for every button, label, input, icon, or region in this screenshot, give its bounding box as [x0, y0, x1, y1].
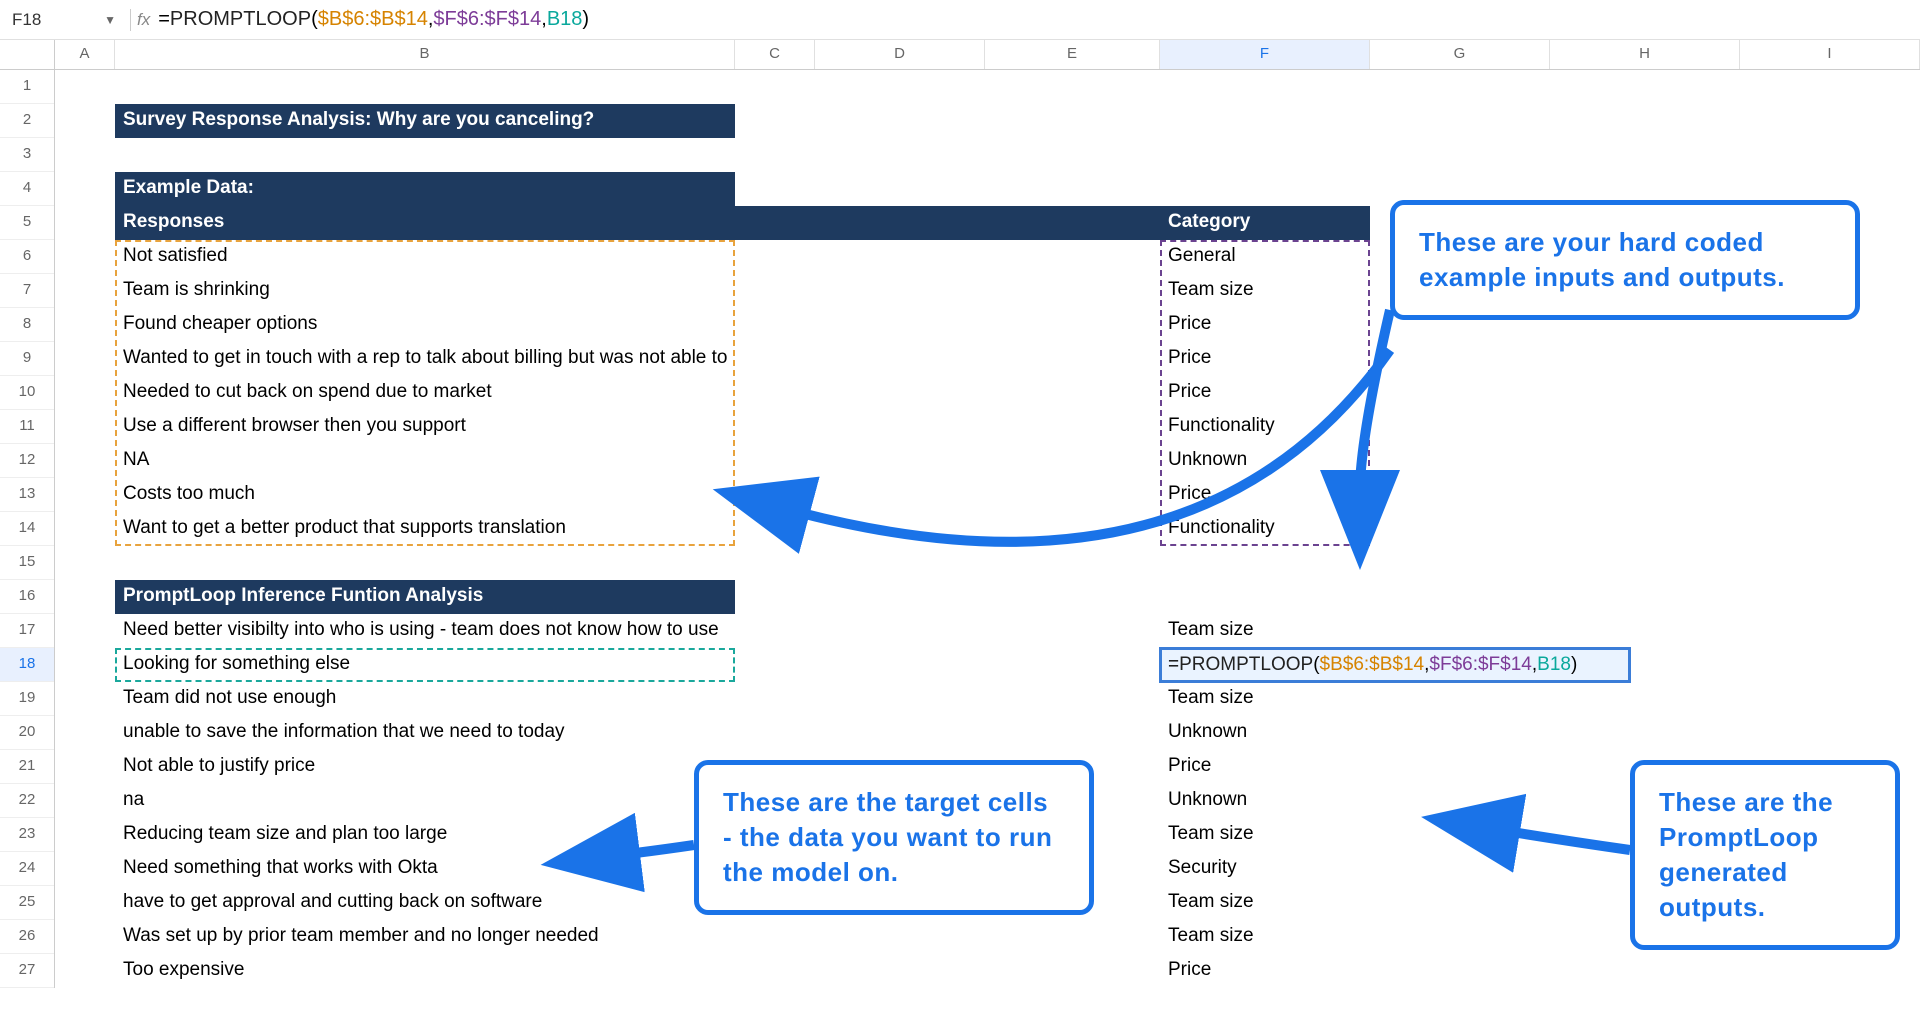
cell-reference: F18: [12, 10, 41, 30]
target-response-20[interactable]: unable to save the information that we n…: [115, 716, 1160, 750]
column-header-D[interactable]: D: [815, 40, 985, 69]
row-header-19[interactable]: 19: [0, 682, 54, 716]
column-header-A[interactable]: A: [55, 40, 115, 69]
row-header-23[interactable]: 23: [0, 818, 54, 852]
callout-targets: These are the target cells - the data yo…: [694, 760, 1094, 915]
output-22[interactable]: Unknown: [1160, 784, 1370, 818]
example-response-7[interactable]: Team is shrinking: [115, 274, 1160, 308]
example-response-13[interactable]: Costs too much: [115, 478, 1160, 512]
formula-bar: F18 ▼ fx =PROMPTLOOP($B$6:$B$14,$F$6:$F$…: [0, 0, 1920, 40]
row-header-26[interactable]: 26: [0, 920, 54, 954]
column-header-C[interactable]: C: [735, 40, 815, 69]
chevron-down-icon[interactable]: ▼: [104, 13, 116, 27]
example-response-14[interactable]: Want to get a better product that suppor…: [115, 512, 1160, 546]
example-category-9[interactable]: Price: [1160, 342, 1370, 376]
output-21[interactable]: Price: [1160, 750, 1370, 784]
row-header-18[interactable]: 18: [0, 648, 54, 682]
output-17[interactable]: Team size: [1160, 614, 1370, 648]
active-cell-F18[interactable]: =PROMPTLOOP($B$6:$B$14,$F$6:$F$14,B18): [1160, 648, 1630, 682]
title-header[interactable]: Survey Response Analysis: Why are you ca…: [115, 104, 735, 138]
row-header-6[interactable]: 6: [0, 240, 54, 274]
row-header-25[interactable]: 25: [0, 886, 54, 920]
column-header-H[interactable]: H: [1550, 40, 1740, 69]
target-response-18[interactable]: Looking for something else: [115, 648, 1160, 682]
row-header-21[interactable]: 21: [0, 750, 54, 784]
divider: [130, 9, 131, 31]
row-header-10[interactable]: 10: [0, 376, 54, 410]
output-23[interactable]: Team size: [1160, 818, 1370, 852]
row-header-7[interactable]: 7: [0, 274, 54, 308]
example-category-7[interactable]: Team size: [1160, 274, 1370, 308]
example-response-11[interactable]: Use a different browser then you support: [115, 410, 1160, 444]
column-header-E[interactable]: E: [985, 40, 1160, 69]
example-response-6[interactable]: Not satisfied: [115, 240, 1160, 274]
row-headers: 1234567891011121314151617181920212223242…: [0, 70, 55, 988]
row-header-20[interactable]: 20: [0, 716, 54, 750]
row-header-3[interactable]: 3: [0, 138, 54, 172]
output-25[interactable]: Team size: [1160, 886, 1370, 920]
row-header-13[interactable]: 13: [0, 478, 54, 512]
column-header-B[interactable]: B: [115, 40, 735, 69]
example-response-10[interactable]: Needed to cut back on spend due to marke…: [115, 376, 1160, 410]
row-header-27[interactable]: 27: [0, 954, 54, 988]
output-27[interactable]: Price: [1160, 954, 1370, 988]
example-category-14[interactable]: Functionality: [1160, 512, 1370, 546]
row-header-9[interactable]: 9: [0, 342, 54, 376]
row-header-4[interactable]: 4: [0, 172, 54, 206]
target-response-17[interactable]: Need better visibilty into who is using …: [115, 614, 1160, 648]
row-header-24[interactable]: 24: [0, 852, 54, 886]
example-data-header[interactable]: Example Data:: [115, 172, 735, 206]
example-category-12[interactable]: Unknown: [1160, 444, 1370, 478]
row-header-1[interactable]: 1: [0, 70, 54, 104]
row-header-5[interactable]: 5: [0, 206, 54, 240]
target-response-26[interactable]: Was set up by prior team member and no l…: [115, 920, 1160, 954]
example-category-10[interactable]: Price: [1160, 376, 1370, 410]
column-header-F[interactable]: F: [1160, 40, 1370, 69]
row-header-8[interactable]: 8: [0, 308, 54, 342]
select-all-corner[interactable]: [0, 40, 55, 69]
target-response-27[interactable]: Too expensive: [115, 954, 1160, 988]
row-header-15[interactable]: 15: [0, 546, 54, 580]
target-response-19[interactable]: Team did not use enough: [115, 682, 1160, 716]
category-header[interactable]: Category: [1160, 206, 1370, 240]
name-box[interactable]: F18 ▼: [4, 6, 124, 34]
example-category-6[interactable]: General: [1160, 240, 1370, 274]
example-response-9[interactable]: Wanted to get in touch with a rep to tal…: [115, 342, 1160, 376]
row-header-12[interactable]: 12: [0, 444, 54, 478]
formula-input[interactable]: =PROMPTLOOP($B$6:$B$14,$F$6:$F$14,B18): [158, 8, 1916, 31]
row-header-14[interactable]: 14: [0, 512, 54, 546]
example-category-11[interactable]: Functionality: [1160, 410, 1370, 444]
column-headers: ABCDEFGHI: [0, 40, 1920, 70]
output-24[interactable]: Security: [1160, 852, 1370, 886]
row-header-11[interactable]: 11: [0, 410, 54, 444]
responses-header[interactable]: Responses: [115, 206, 735, 240]
fx-icon: fx: [137, 10, 150, 30]
column-header-I[interactable]: I: [1740, 40, 1920, 69]
header-spacer[interactable]: [735, 206, 1160, 240]
callout-examples: These are your hard coded example inputs…: [1390, 200, 1860, 320]
output-26[interactable]: Team size: [1160, 920, 1370, 954]
example-category-8[interactable]: Price: [1160, 308, 1370, 342]
inference-header[interactable]: PromptLoop Inference Funtion Analysis: [115, 580, 735, 614]
example-response-8[interactable]: Found cheaper options: [115, 308, 1160, 342]
row-header-22[interactable]: 22: [0, 784, 54, 818]
row-header-17[interactable]: 17: [0, 614, 54, 648]
output-19[interactable]: Team size: [1160, 682, 1370, 716]
row-header-16[interactable]: 16: [0, 580, 54, 614]
column-header-G[interactable]: G: [1370, 40, 1550, 69]
output-20[interactable]: Unknown: [1160, 716, 1370, 750]
example-category-13[interactable]: Price: [1160, 478, 1370, 512]
callout-outputs: These are the PromptLoop generated outpu…: [1630, 760, 1900, 950]
row-header-2[interactable]: 2: [0, 104, 54, 138]
example-response-12[interactable]: NA: [115, 444, 1160, 478]
